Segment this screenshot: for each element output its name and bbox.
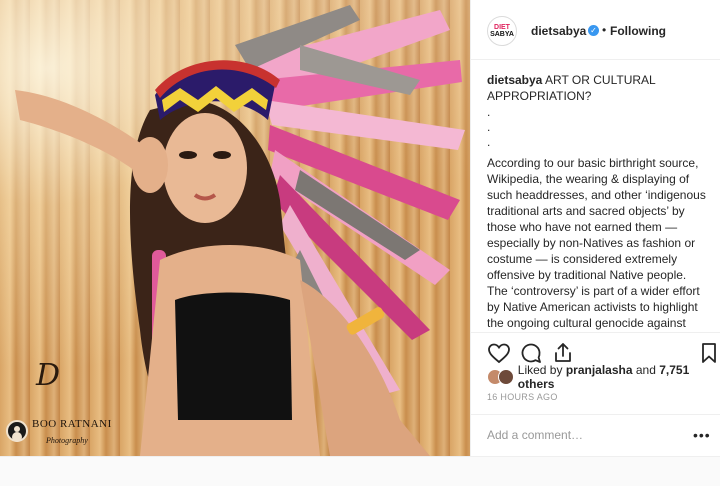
caption-body: According to our basic birthright source… [487, 156, 706, 330]
following-button[interactable]: Following [610, 24, 666, 38]
comment-input[interactable] [487, 425, 677, 445]
heart-icon[interactable] [487, 341, 511, 365]
likes-summary[interactable]: Liked by pranjalasha and 7,751 others [487, 363, 720, 391]
caption-dot-2: . [487, 120, 491, 134]
post-header: DIET SABYA dietsabya ✓ • Following [471, 0, 720, 60]
more-options-icon[interactable]: ••• [693, 427, 711, 443]
verified-badge-icon: ✓ [588, 25, 599, 36]
post-photo[interactable]: D BOO RATNANI Photography [0, 0, 470, 456]
comment-composer: ••• [471, 414, 720, 456]
caption-dot-1: . [487, 105, 491, 119]
post-timestamp[interactable]: 16 HOURS AGO [487, 392, 558, 402]
watermark-initial: D [36, 358, 61, 393]
caption-scrollbar[interactable] [713, 62, 716, 332]
account-avatar[interactable]: DIET SABYA [487, 16, 517, 46]
likes-text: Liked by pranjalasha and 7,751 others [518, 363, 720, 391]
liker-avatars [487, 369, 514, 385]
avatar-logo-bottom: SABYA [490, 31, 514, 38]
bookmark-icon[interactable] [697, 341, 720, 365]
face [163, 113, 247, 223]
likes-user-link[interactable]: pranjalasha [566, 363, 633, 377]
page-bottom-area [0, 456, 720, 486]
avatar-logo-top: DIET [494, 24, 510, 31]
comment-icon[interactable] [519, 341, 543, 365]
watermark-name: BOO RATNANI [32, 418, 112, 430]
avatar-logo: DIET SABYA [490, 24, 514, 38]
header-username[interactable]: dietsabya [531, 24, 586, 38]
post-detail-panel: DIET SABYA dietsabya ✓ • Following diets… [470, 0, 720, 456]
likes-middle: and [632, 363, 660, 377]
header-separator: • [602, 23, 607, 37]
likes-prefix: Liked by [517, 363, 566, 377]
photographer-watermark: D BOO RATNANI Photography [6, 358, 111, 450]
caption-username[interactable]: dietsabya [487, 73, 542, 87]
liker-avatar [498, 369, 514, 385]
caption-dot-3: . [487, 135, 491, 149]
watermark-subtitle: Photography [46, 436, 88, 445]
share-icon[interactable] [551, 341, 575, 365]
black-top [175, 292, 292, 420]
tagged-user-icon[interactable] [6, 420, 28, 442]
caption: dietsabya ART OR CULTURAL APPROPRIATION?… [487, 72, 709, 330]
